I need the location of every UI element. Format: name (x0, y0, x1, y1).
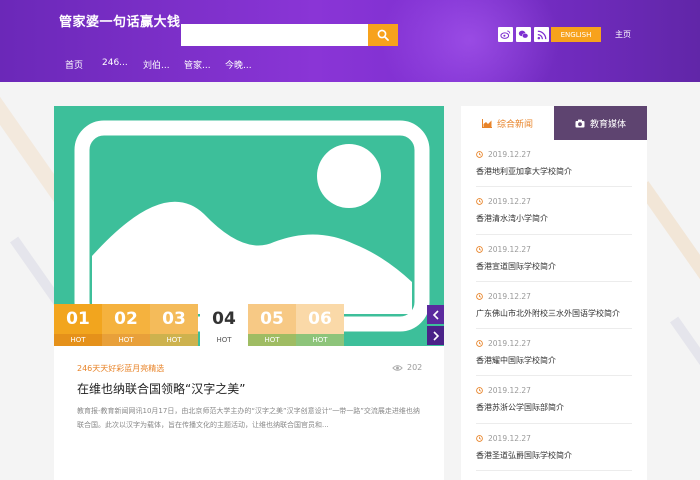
clock-icon (476, 151, 483, 158)
slider-tab-number: 06 (308, 309, 332, 329)
slider-tab-hot: HOT (54, 334, 102, 346)
view-count: 202 (392, 363, 422, 372)
news-date: 2019.12.27 (476, 386, 531, 395)
article-excerpt: 教育报-教育新闻网讯10月17日，由北京师范大学主办的“汉字之美”汉字创意设计“… (77, 407, 420, 429)
slider-tab-hot: HOT (216, 336, 232, 344)
chevron-right-icon (432, 330, 439, 341)
tab-education-media[interactable]: 教育媒体 (554, 106, 647, 140)
news-sidebar: 综合新闻 教育媒体 2019.12.27 香港地利亚加拿大学校简介 2019.1… (461, 106, 647, 480)
slider-tab-05[interactable]: 05 HOT (248, 304, 296, 346)
news-item[interactable]: 2019.12.27 香港圣道弘爵国际学校简介 (476, 424, 632, 472)
clock-icon (476, 293, 483, 300)
clock-icon (476, 198, 483, 206)
view-count-value: 202 (407, 363, 423, 372)
search-button[interactable] (368, 24, 398, 46)
site-header: 管家婆一句话赢大钱 ENGLISH 主页 首页 246... 刘伯... 管家.… (0, 0, 700, 82)
news-date-text: 2019.12.27 (488, 244, 531, 254)
news-date: 2019.12.27 (476, 245, 531, 254)
news-date-text: 2019.12.27 (488, 150, 531, 159)
slider-tab-03[interactable]: 03 HOT (150, 304, 198, 346)
slider-tab-06[interactable]: 06 HOT (296, 304, 344, 346)
slider-tab-number: 01 (66, 309, 90, 329)
chart-icon (481, 118, 492, 128)
news-title: 香港苏浙公学国际部简介 (476, 403, 564, 413)
news-date: 2019.12.27 (476, 150, 531, 159)
camera-icon (575, 119, 585, 127)
home-link[interactable]: 主页 (615, 29, 631, 40)
slider-prev-button[interactable] (427, 305, 444, 324)
tab-label: 综合新闻 (496, 119, 533, 130)
clock-icon (476, 340, 483, 348)
featured-article-card: 01 HOT 02 HOT 03 HOT 04 HOT 05 HOT 06 HO… (54, 106, 444, 480)
news-date: 2019.12.27 (476, 434, 531, 443)
news-item[interactable]: 2019.12.27 广东佛山市北外附校三水外国语学校简介 (476, 282, 632, 330)
tab-label: 教育媒体 (589, 119, 626, 130)
news-item[interactable]: 2019.12.27 香港宣道国际学校简介 (476, 235, 632, 282)
news-title: 香港圣道弘爵国际学校简介 (476, 450, 572, 460)
news-title: 香港耀中国际学校简介 (476, 356, 556, 366)
nav-item-liubo[interactable]: 刘伯... (143, 58, 170, 71)
news-item[interactable]: 2019.12.27 香港耀中国际学校简介 (476, 329, 632, 377)
search-icon (377, 29, 389, 41)
article-title[interactable]: 在维也纳联合国领略“汉字之美” (77, 380, 245, 397)
news-title: 广东佛山市北外附校三水外国语学校简介 (476, 308, 620, 318)
english-button[interactable]: ENGLISH (551, 27, 601, 42)
slider-tab-hot: HOT (296, 334, 344, 346)
eye-icon (392, 364, 403, 371)
nav-item-guanjia[interactable]: 管家... (184, 58, 211, 71)
background-stripe (670, 316, 700, 454)
wechat-icon (518, 30, 529, 39)
article-category-tag[interactable]: 246天天好彩蓝月亮精选 (77, 363, 164, 374)
news-title: 香港宣道国际学校简介 (476, 261, 556, 271)
news-date-text: 2019.12.27 (488, 339, 531, 349)
slider-tab-number: 05 (260, 309, 284, 329)
weibo-button[interactable] (498, 27, 513, 42)
rss-button[interactable] (534, 27, 549, 42)
news-date-text: 2019.12.27 (488, 433, 531, 443)
chevron-left-icon (432, 309, 439, 320)
news-list: 2019.12.27 香港地利亚加拿大学校简介 2019.12.27 香港清水湾… (476, 140, 632, 472)
slider-tab-number: 02 (114, 309, 138, 329)
search-box (181, 24, 398, 46)
slider-tab-hot: HOT (150, 334, 198, 346)
news-title: 香港地利亚加拿大学校简介 (476, 167, 572, 176)
nav-item-home[interactable]: 首页 (65, 58, 83, 71)
slider-tab-02[interactable]: 02 HOT (102, 304, 150, 346)
news-date-text: 2019.12.27 (488, 386, 531, 396)
news-date: 2019.12.27 (476, 197, 531, 206)
news-date-text: 2019.12.27 (488, 291, 531, 301)
weibo-icon (500, 30, 511, 39)
slider-next-button[interactable] (427, 326, 444, 345)
news-item[interactable]: 2019.12.27 香港清水湾小学简介 (476, 187, 632, 235)
rss-icon (537, 30, 546, 39)
nav-item-246[interactable]: 246... (102, 58, 128, 68)
clock-icon (476, 434, 483, 442)
search-input[interactable] (181, 24, 368, 46)
clock-icon (476, 245, 483, 253)
news-date: 2019.12.27 (476, 292, 531, 301)
header-glow (380, 0, 560, 82)
slider-tab-04[interactable]: 04 HOT (200, 304, 248, 346)
news-date-text: 2019.12.27 (488, 197, 531, 207)
clock-icon (476, 387, 483, 395)
slider-tab-hot: HOT (248, 334, 296, 346)
slider-tab-number: 03 (162, 309, 186, 329)
news-item[interactable]: 2019.12.27 香港地利亚加拿大学校简介 (476, 140, 632, 188)
site-logo[interactable]: 管家婆一句话赢大钱 (59, 11, 181, 30)
nav-item-tonight[interactable]: 今晚... (225, 58, 252, 71)
tab-general-news[interactable]: 综合新闻 (461, 106, 554, 140)
sidebar-tabs: 综合新闻 教育媒体 (461, 106, 647, 140)
news-date: 2019.12.27 (476, 339, 531, 348)
wechat-button[interactable] (516, 27, 531, 42)
slider-tab-number: 04 (212, 309, 236, 329)
slider-tab-hot: HOT (102, 334, 150, 346)
image-slider[interactable]: 01 HOT 02 HOT 03 HOT 04 HOT 05 HOT 06 HO… (54, 106, 444, 346)
slider-tab-01[interactable]: 01 HOT (54, 304, 102, 346)
news-item[interactable]: 2019.12.27 香港苏浙公学国际部简介 (476, 376, 632, 424)
news-title: 香港清水湾小学简介 (476, 214, 548, 224)
